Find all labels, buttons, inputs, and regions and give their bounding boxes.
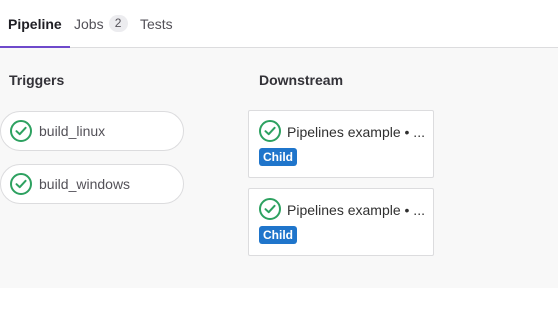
child-badge: Child [259,226,297,244]
pipeline-tabs: Pipeline Jobs 2 Tests [0,0,558,48]
tab-tests-label: Tests [140,15,173,32]
jobs-count-badge: 2 [108,15,128,32]
downstream-pipeline-card[interactable]: Pipelines example • ... Child [248,110,434,178]
status-success-icon [259,120,281,142]
child-badge: Child [259,148,297,166]
tab-jobs-label: Jobs [74,15,104,32]
status-success-icon [10,120,32,142]
trigger-name: build_windows [39,176,131,192]
status-success-icon [10,173,32,195]
tab-pipeline[interactable]: Pipeline [0,0,70,48]
downstream-heading: Downstream [259,72,344,88]
status-success-icon [259,198,281,220]
downstream-pipeline-title[interactable]: Pipelines example • ... [287,202,427,218]
tab-tests[interactable]: Tests [140,0,173,47]
tab-pipeline-label: Pipeline [8,15,62,32]
tab-jobs[interactable]: Jobs 2 [74,0,128,47]
trigger-build-linux[interactable]: build_linux [0,111,184,151]
trigger-name: build_linux [39,123,106,139]
pipeline-graph: Triggers Downstream build_linux build_wi… [0,48,558,288]
downstream-pipeline-title[interactable]: Pipelines example • ... [287,124,427,140]
trigger-build-windows[interactable]: build_windows [0,164,184,204]
downstream-pipeline-card[interactable]: Pipelines example • ... Child [248,188,434,256]
triggers-heading: Triggers [9,72,65,88]
